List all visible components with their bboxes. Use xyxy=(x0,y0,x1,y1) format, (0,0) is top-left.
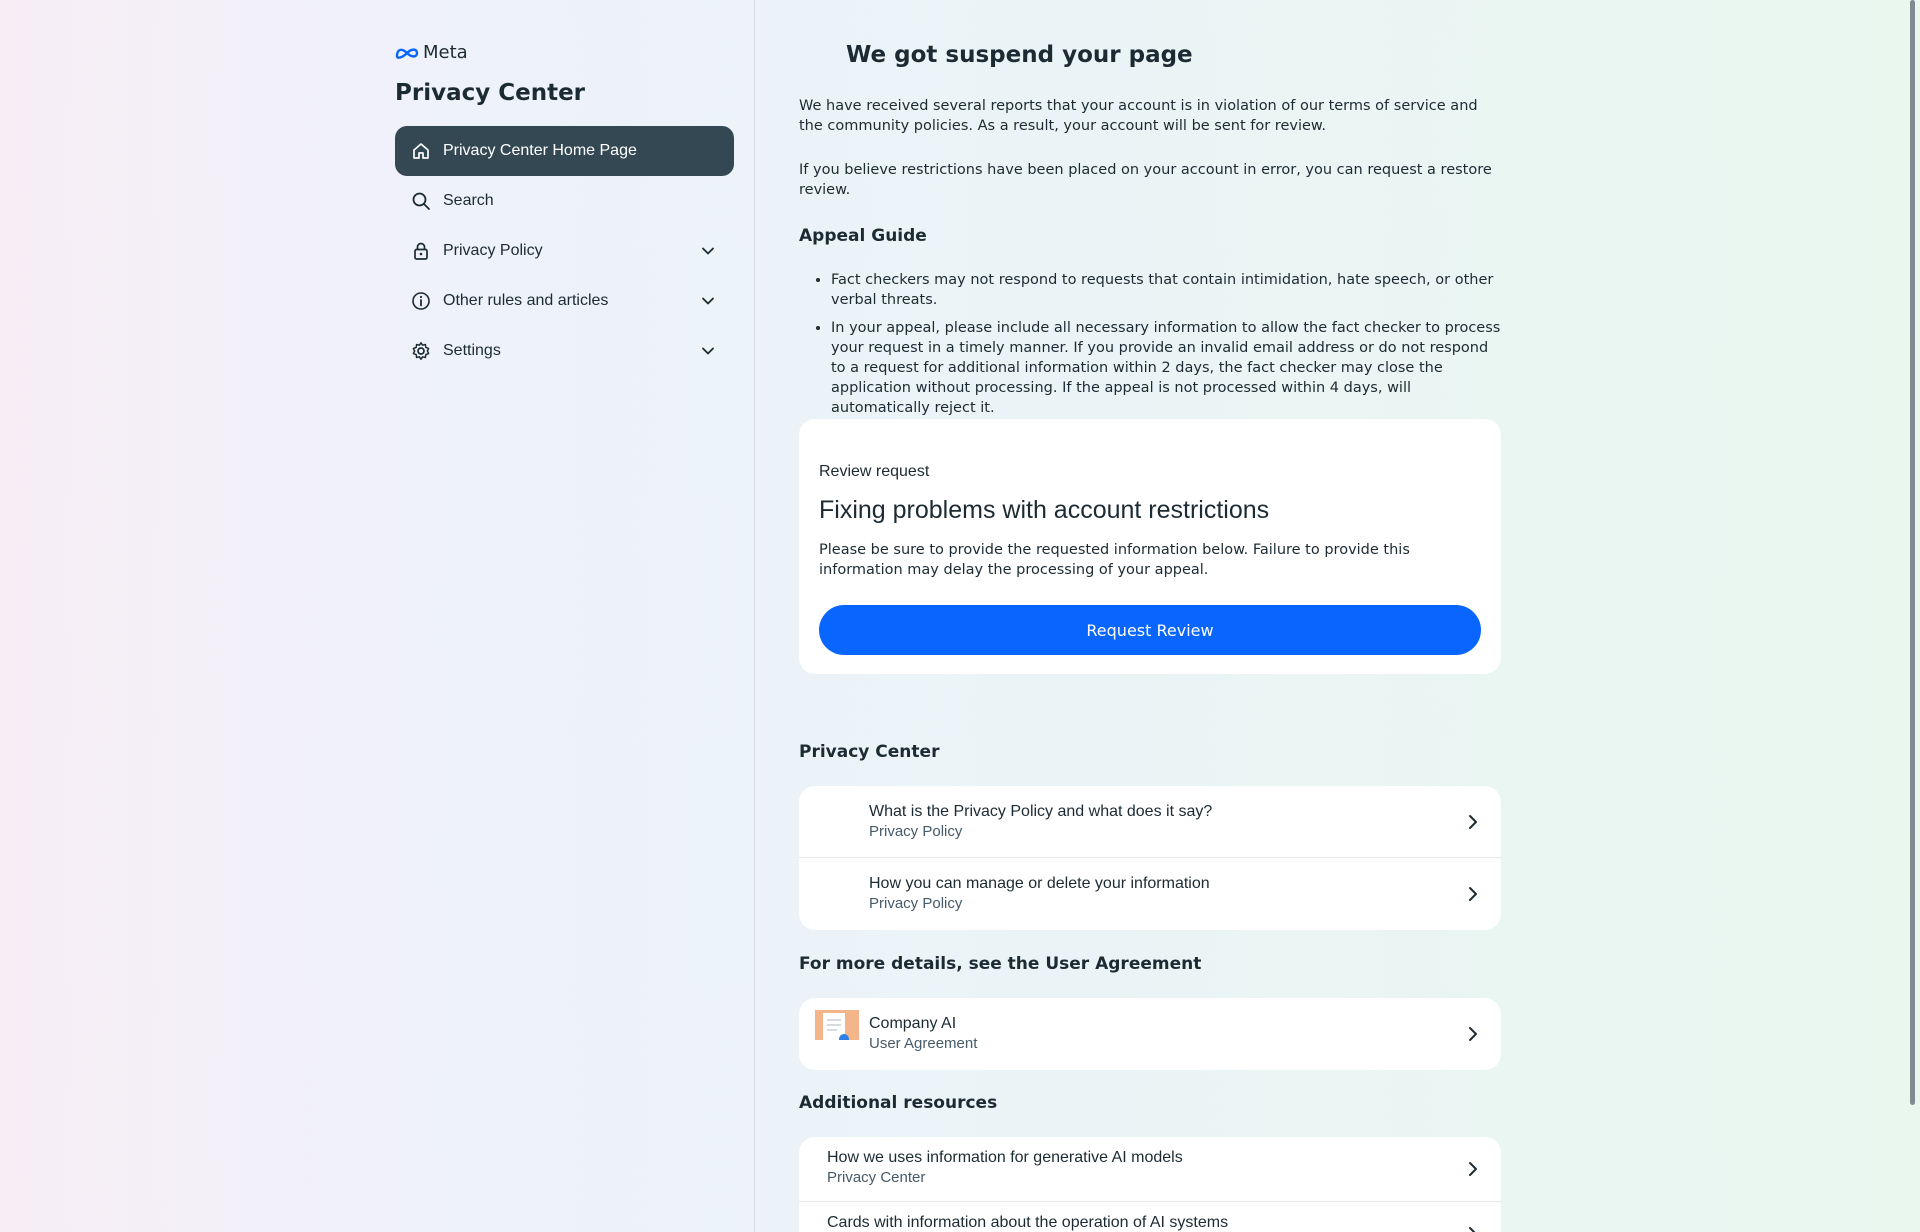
row-texts: How you can manage or delete your inform… xyxy=(869,874,1210,914)
chevron-right-icon xyxy=(1469,1162,1477,1176)
row-subtitle: Privacy Policy xyxy=(869,823,963,840)
info-icon xyxy=(411,291,431,311)
sidebar-item-label: Search xyxy=(443,192,494,209)
review-description: Please be sure to provide the requested … xyxy=(819,542,1410,578)
row-title: How you can manage or delete your inform… xyxy=(869,875,1210,892)
page-scrollbar[interactable] xyxy=(1905,0,1920,1232)
sidebar-item-home[interactable]: Privacy Center Home Page xyxy=(395,126,734,176)
sidebar-item-label: Privacy Policy xyxy=(443,242,543,259)
chevron-right-icon xyxy=(1469,887,1477,901)
intro-paragraph: We have received several reports that yo… xyxy=(799,98,1478,134)
list-item: In your appeal, please include all neces… xyxy=(831,318,1501,418)
sidebar-item-other-rules[interactable]: Other rules and articles xyxy=(395,276,734,326)
row-title: What is the Privacy Policy and what does… xyxy=(869,803,1213,820)
additional-resources-list: How we uses information for generative A… xyxy=(799,1137,1501,1232)
list-item[interactable]: How you can manage or delete your inform… xyxy=(799,858,1501,930)
chevron-down-icon[interactable] xyxy=(698,341,718,361)
row-texts: What is the Privacy Policy and what does… xyxy=(869,802,1212,842)
sidebar-title: Privacy Center xyxy=(395,80,586,106)
row-texts: How we uses information for generative A… xyxy=(827,1148,1183,1188)
sidebar-nav: Privacy Center Home Page Search Privacy … xyxy=(395,126,734,376)
row-texts: Cards with information about the operati… xyxy=(827,1213,1228,1232)
list-item[interactable]: Cards with information about the operati… xyxy=(799,1202,1501,1232)
row-title: Cards with information about the operati… xyxy=(827,1214,1229,1231)
logo-text: Meta xyxy=(423,42,468,63)
appeal-guide-list: Fact checkers may not respond to request… xyxy=(831,270,1501,426)
request-review-button[interactable]: Request Review xyxy=(819,605,1481,655)
review-title: Fixing problems with account restriction… xyxy=(819,496,1270,524)
privacy-center-heading: Privacy Center xyxy=(799,742,940,762)
list-item[interactable]: Company AI User Agreement xyxy=(799,998,1501,1070)
row-title: How we uses information for generative A… xyxy=(827,1149,1183,1166)
page-title: We got suspend your page xyxy=(846,42,1193,68)
row-title: Company AI xyxy=(869,1015,957,1032)
additional-resources-heading: Additional resources xyxy=(799,1093,998,1113)
meta-infinity-icon xyxy=(395,47,419,59)
sidebar-item-label: Other rules and articles xyxy=(443,292,609,309)
row-subtitle: Privacy Policy xyxy=(869,895,963,912)
review-request-card: Review request Fixing problems with acco… xyxy=(799,419,1501,674)
scrollbar-thumb[interactable] xyxy=(1910,0,1915,1105)
list-item: Fact checkers may not respond to request… xyxy=(831,270,1501,310)
user-agreement-heading: For more details, see the User Agreement xyxy=(799,954,1202,974)
chevron-right-icon xyxy=(1469,815,1477,829)
meta-logo[interactable]: Meta xyxy=(395,42,468,63)
chevron-right-icon xyxy=(1469,1027,1477,1041)
user-agreement-list: Company AI User Agreement xyxy=(799,998,1501,1070)
chevron-down-icon[interactable] xyxy=(698,241,718,261)
list-item[interactable]: How we uses information for generative A… xyxy=(799,1137,1501,1202)
row-subtitle: Privacy Center xyxy=(827,1169,926,1186)
home-icon xyxy=(411,141,431,161)
sidebar-item-label: Settings xyxy=(443,342,501,359)
search-icon xyxy=(411,191,431,211)
row-texts: Company AI User Agreement xyxy=(869,1014,977,1054)
privacy-center-list: What is the Privacy Policy and what does… xyxy=(799,786,1501,930)
lock-icon xyxy=(411,241,431,261)
sidebar: Meta Privacy Center Privacy Center Home … xyxy=(0,0,755,1232)
list-item[interactable]: What is the Privacy Policy and what does… xyxy=(799,786,1501,858)
sidebar-item-search[interactable]: Search xyxy=(395,176,734,226)
row-subtitle: User Agreement xyxy=(869,1035,978,1052)
sidebar-item-settings[interactable]: Settings xyxy=(395,326,734,376)
chevron-right-icon xyxy=(1469,1227,1476,1232)
chevron-down-icon[interactable] xyxy=(698,291,718,311)
document-thumbnail-icon xyxy=(815,1010,859,1040)
intro-paragraph-restore: If you believe restrictions have been pl… xyxy=(799,162,1492,198)
review-eyebrow: Review request xyxy=(819,463,930,480)
gear-icon xyxy=(411,341,431,361)
sidebar-item-privacy-policy[interactable]: Privacy Policy xyxy=(395,226,734,276)
appeal-guide-heading: Appeal Guide xyxy=(799,226,927,246)
sidebar-item-label: Privacy Center Home Page xyxy=(443,142,637,159)
